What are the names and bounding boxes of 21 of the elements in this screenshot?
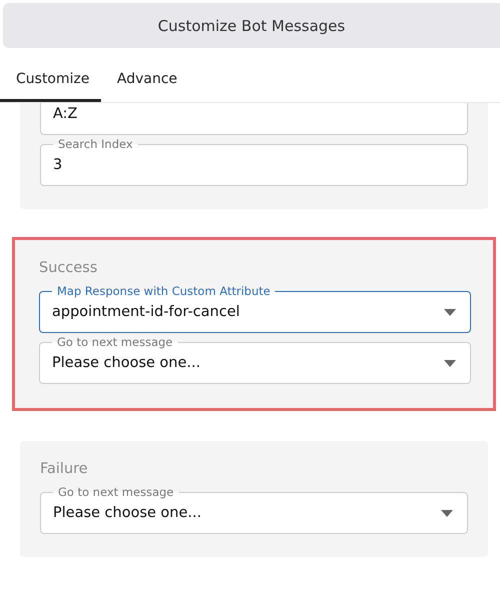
field-value: A:Z [53, 106, 78, 122]
caret-icon [441, 510, 453, 516]
section-heading: Failure [40, 461, 89, 477]
field-label: Go to next message [56, 335, 174, 349]
dropdown-field[interactable]: Map Response with Custom Attribute appointment-id-for-cancel [39, 284, 471, 333]
field-value: 3 [53, 157, 64, 173]
input-field[interactable]: A:Z [40, 103, 468, 135]
section-heading: Success [39, 260, 98, 276]
field-value: appointment-id-for-cancel [52, 304, 241, 320]
field-label: Map Response with Custom Attribute [56, 284, 272, 298]
field-value: Please choose one... [53, 505, 202, 521]
dropdown-field[interactable]: Go to next message Please choose one... [39, 335, 471, 384]
tab[interactable]: Advance [101, 58, 194, 102]
field-label: Go to next message [57, 485, 175, 499]
caret-icon [444, 360, 456, 366]
field-label: Search Index [57, 137, 134, 151]
field-value: Please choose one... [52, 355, 202, 371]
caret-icon [444, 308, 456, 316]
input-field[interactable]: Search Index 3 [40, 137, 468, 186]
dropdown-field[interactable]: Go to next message Please choose one... [40, 485, 468, 534]
dialog-title: Customize Bot Messages [3, 3, 500, 48]
